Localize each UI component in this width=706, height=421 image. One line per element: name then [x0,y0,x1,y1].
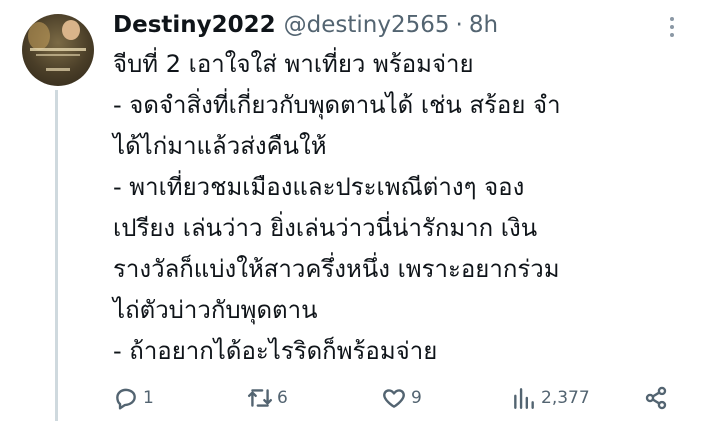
tweet-text: จีบที่ 2 เอาใจใส่ พาเที่ยว พร้อมจ่าย - จ… [113,44,698,372]
tweet-line: เปรียง เล่นว่าว ยิ่งเล่นว่าวนี่น่ารักมาก… [113,214,538,242]
more-options-icon[interactable] [666,12,678,42]
views-count: 2,377 [541,388,590,408]
separator-dot: · [455,12,463,38]
reply-icon [116,388,136,410]
retweet-icon [247,389,273,407]
reply-button[interactable]: 1 [113,384,154,412]
tweet-line: ไถ่ตัวบ่าวกับพุดตาน [113,296,318,324]
like-count: 9 [411,388,422,408]
like-button[interactable]: 9 [381,384,422,412]
reply-count: 1 [143,388,154,408]
views-button[interactable]: 2,377 [511,384,590,412]
heart-icon [383,389,405,408]
tweet-line: จีบที่ 2 เอาใจใส่ พาเที่ยว พร้อมจ่าย [113,50,474,78]
avatar-text-band [36,54,80,56]
tweet-line: - พาเที่ยวชมเมืองและประเพณีต่างๆ จอง [113,173,525,201]
avatar-face [62,20,80,40]
share-button[interactable] [643,384,669,412]
tweet-line: รางวัลก็แบ่งให้สาวครึ่งหนึ่ง เพราะอยากร่… [113,255,560,283]
display-name[interactable]: Destiny2022 [113,12,276,38]
tweet-line: ได้ไก่มาแล้วส่งคืนให้ [113,132,327,160]
avatar[interactable] [22,14,94,86]
views-chart-icon [514,388,534,409]
tweet-header: Destiny2022 @destiny2565 · 8h [113,8,498,42]
retweet-count: 6 [277,388,288,408]
user-handle[interactable]: @destiny2565 [284,12,450,38]
tweet-line: - จดจำสิ่งที่เกี่ยวกับพุดตานได้ เช่น สร้… [113,91,561,119]
share-icon [645,386,667,410]
tweet-line: - ถ้าอยากได้อะไรริดก็พร้อมจ่าย [113,337,438,365]
avatar-glow [28,22,50,50]
tweet-actions: 1 6 9 2,377 [113,384,683,412]
avatar-text-band [46,68,70,71]
thread-line [55,90,58,421]
avatar-text-band [30,48,86,51]
timestamp[interactable]: 8h [469,12,498,38]
retweet-button[interactable]: 6 [247,384,288,412]
